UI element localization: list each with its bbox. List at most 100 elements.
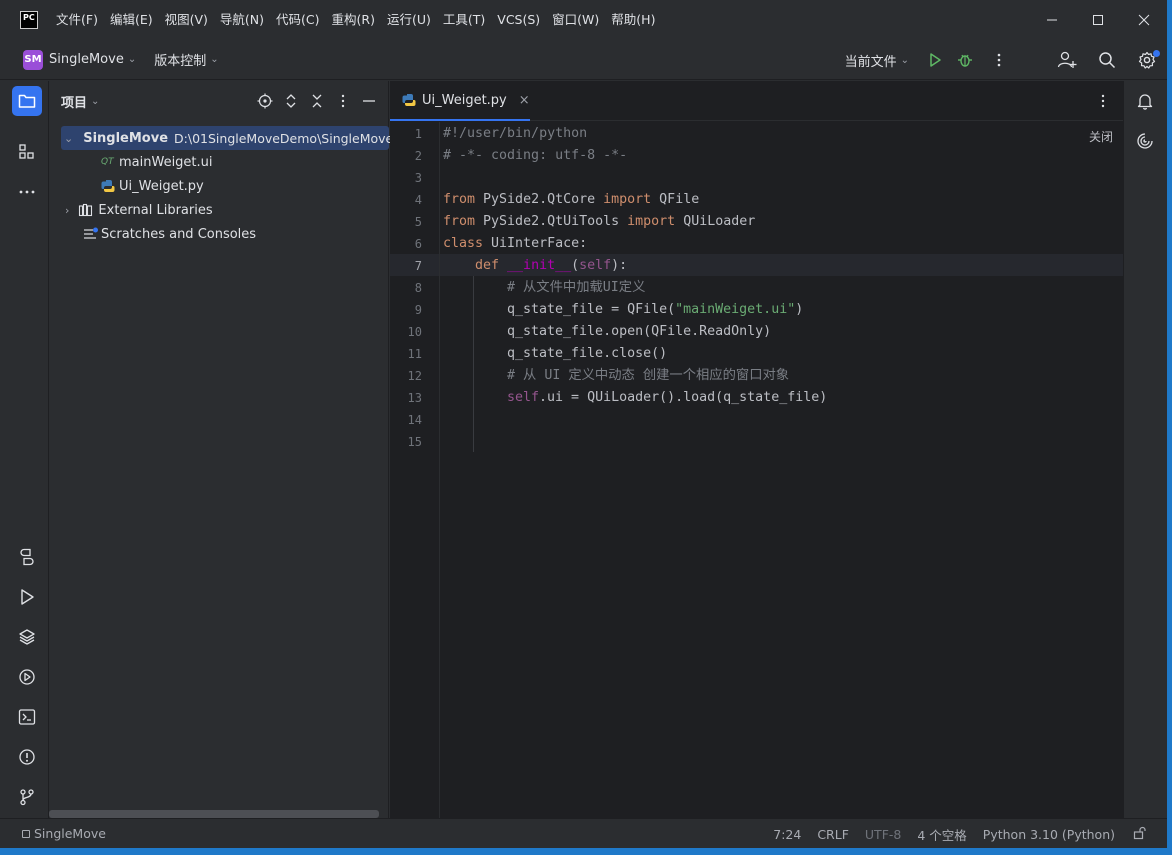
run-tool-button[interactable]: [12, 582, 42, 612]
code-line-2: # -*- coding: utf-8 -*-: [443, 145, 627, 167]
tab-options-button[interactable]: [1093, 91, 1113, 111]
menu-tools[interactable]: 工具(T): [437, 0, 491, 40]
code-line-6: class UiInterFace:: [443, 233, 587, 255]
hide-panel-button[interactable]: [356, 88, 382, 114]
project-panel: 项目 ⌄ ⌄ SingleMove D:\01SingleMoveDemo\Si…: [49, 81, 393, 818]
code-token: import: [627, 214, 676, 229]
python-packages-button[interactable]: [12, 622, 42, 652]
python-interpreter[interactable]: Python 3.10 (Python): [975, 827, 1123, 842]
menu-run[interactable]: 运行(U): [381, 0, 437, 40]
expand-all-button[interactable]: [278, 88, 304, 114]
search-button[interactable]: [1087, 40, 1127, 80]
tree-item-path: D:\01SingleMoveDemo\SingleMove: [174, 130, 394, 146]
line-number: 2: [414, 149, 422, 163]
tree-item-project-root[interactable]: ⌄ SingleMove D:\01SingleMoveDemo\SingleM…: [61, 126, 393, 150]
tab-close-icon[interactable]: ×: [519, 93, 530, 108]
code-token: q_state_file.open(QFile.ReadOnly): [507, 324, 772, 339]
ai-assistant-icon: [1137, 133, 1153, 149]
structure-icon: [19, 144, 34, 159]
code-line-7: def __init__(self):: [475, 255, 627, 277]
status-breadcrumb[interactable]: SingleMove: [22, 826, 106, 841]
code-token: QUiLoader: [675, 214, 756, 229]
code-token: UiInterFace:: [483, 236, 588, 251]
line-number: 4: [414, 193, 422, 207]
status-bar: SingleMove 7:24 CRLF UTF-8 4 个空格 Python …: [0, 818, 1167, 848]
editor-tab-bar: Ui_Weiget.py ×: [390, 81, 1123, 121]
terminal-button[interactable]: [12, 702, 42, 732]
minimize-button[interactable]: [1029, 0, 1075, 40]
project-tool-button[interactable]: [12, 86, 42, 116]
folder-icon: [18, 94, 36, 108]
menu-window[interactable]: 窗口(W): [546, 0, 605, 40]
tree-item-external-libraries[interactable]: › External Libraries: [61, 198, 213, 222]
menu-refactor[interactable]: 重构(R): [326, 0, 381, 40]
window-controls: [1029, 0, 1167, 40]
code-with-me-button[interactable]: [1047, 40, 1087, 80]
git-button[interactable]: [12, 782, 42, 812]
more-actions-button[interactable]: [979, 40, 1019, 80]
line-number-gutter: 1 2 3 4 5 6 7 8 9 10 11 12 13 14 15: [390, 122, 440, 818]
tab-ui-weiget-py[interactable]: Ui_Weiget.py ×: [390, 81, 530, 121]
maximize-button[interactable]: [1075, 0, 1121, 40]
code-token: import: [603, 192, 652, 207]
services-button[interactable]: [12, 662, 42, 692]
tree-item-scratches[interactable]: Scratches and Consoles: [83, 222, 256, 246]
more-vertical-icon: [997, 53, 1001, 67]
file-encoding[interactable]: UTF-8: [857, 827, 909, 842]
project-selector[interactable]: SingleMove: [49, 52, 124, 67]
module-icon: [22, 829, 30, 838]
more-tools-button[interactable]: [12, 177, 42, 207]
git-branch-icon: [20, 789, 34, 806]
read-only-toggle[interactable]: [1123, 826, 1167, 843]
close-window-button[interactable]: [1121, 0, 1167, 40]
line-number-current: 7: [414, 259, 422, 273]
close-hint-link[interactable]: 关闭: [1089, 128, 1113, 145]
more-vertical-icon: [341, 94, 345, 108]
code-token: # -*- coding: utf-8 -*-: [443, 148, 628, 163]
menu-code[interactable]: 代码(C): [270, 0, 325, 40]
add-user-icon: [1057, 51, 1077, 68]
code-token: # 从文件中加载UI定义: [507, 280, 646, 295]
caret-position[interactable]: 7:24: [765, 827, 809, 842]
status-right-items: 7:24 CRLF UTF-8 4 个空格 Python 3.10 (Pytho…: [765, 819, 1167, 848]
tree-item-label: mainWeiget.ui: [119, 154, 213, 170]
menu-view[interactable]: 视图(V): [159, 0, 214, 40]
notifications-button[interactable]: [1130, 86, 1160, 116]
project-panel-title[interactable]: 项目: [61, 92, 87, 111]
line-number: 13: [407, 391, 422, 405]
ide-window: PC 文件(F) 编辑(E) 视图(V) 导航(N) 代码(C) 重构(R) 运…: [0, 0, 1167, 848]
structure-tool-button[interactable]: [12, 137, 42, 167]
line-number: 9: [414, 303, 422, 317]
project-badge[interactable]: SM: [23, 49, 43, 70]
vcs-selector[interactable]: 版本控制: [154, 50, 206, 69]
code-line-5: from PySide2.QtUiTools import QUiLoader: [443, 211, 755, 233]
line-number: 11: [407, 347, 422, 361]
python-console-button[interactable]: [12, 542, 42, 572]
indent-setting[interactable]: 4 个空格: [909, 825, 974, 844]
project-options-button[interactable]: [330, 88, 356, 114]
pycharm-logo-icon[interactable]: PC: [20, 11, 38, 29]
chevron-right-icon: ›: [65, 203, 70, 217]
menu-navigate[interactable]: 导航(N): [214, 0, 270, 40]
menu-help[interactable]: 帮助(H): [605, 0, 661, 40]
menu-vcs[interactable]: VCS(S): [491, 0, 546, 40]
line-separator[interactable]: CRLF: [809, 827, 857, 842]
horizontal-scrollbar[interactable]: [49, 810, 379, 818]
left-tool-stripe: [0, 81, 49, 818]
collapse-all-button[interactable]: [304, 88, 330, 114]
terminal-icon: [18, 709, 36, 725]
menu-file[interactable]: 文件(F): [50, 0, 104, 40]
line-number: 5: [414, 215, 422, 229]
menu-bar: 文件(F) 编辑(E) 视图(V) 导航(N) 代码(C) 重构(R) 运行(U…: [50, 0, 661, 40]
tree-item-mainweiget-ui[interactable]: QT mainWeiget.ui: [101, 150, 213, 174]
menu-edit[interactable]: 编辑(E): [104, 0, 159, 40]
select-opened-file-button[interactable]: [252, 88, 278, 114]
problems-button[interactable]: [12, 742, 42, 772]
tree-item-ui-weiget-py[interactable]: Ui_Weiget.py: [101, 174, 204, 198]
ai-assistant-button[interactable]: [1130, 126, 1160, 156]
services-icon: [19, 669, 35, 685]
run-config-selector[interactable]: 当前文件: [845, 51, 897, 70]
settings-button[interactable]: [1127, 40, 1167, 80]
code-line-13: self.ui = QUiLoader().load(q_state_file): [507, 387, 827, 409]
